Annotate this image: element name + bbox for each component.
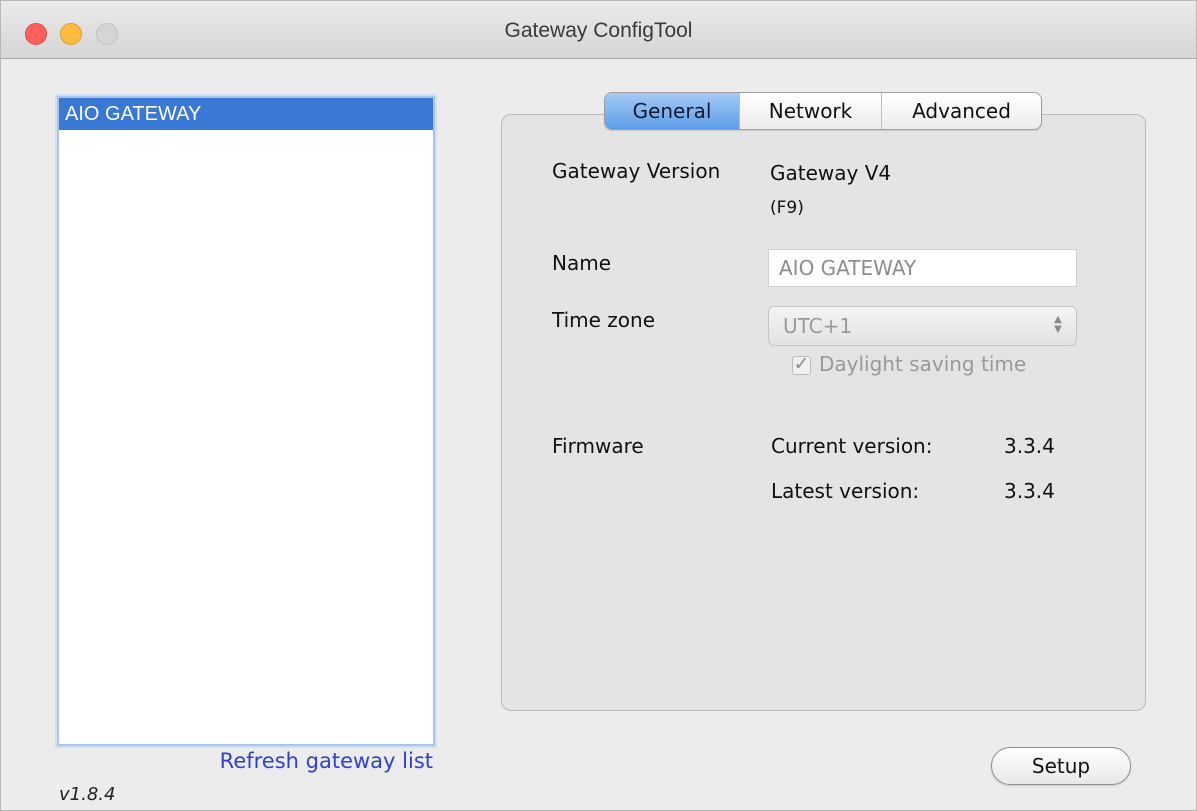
tab-advanced[interactable]: Advanced xyxy=(881,93,1041,129)
app-version-label: v1.8.4 xyxy=(59,784,116,805)
time-zone-label: Time zone xyxy=(552,308,656,332)
time-zone-value: UTC+1 xyxy=(783,314,853,338)
current-version-label: Current version: xyxy=(771,434,933,458)
name-field[interactable]: AIO GATEWAY xyxy=(768,249,1077,287)
gateway-variant-value: (F9) xyxy=(770,198,804,218)
refresh-gateway-list-link[interactable]: Refresh gateway list xyxy=(220,749,433,773)
setup-button[interactable]: Setup xyxy=(991,747,1131,785)
gateway-list-item[interactable]: AIO GATEWAY xyxy=(59,98,433,130)
general-tab-panel xyxy=(501,114,1146,711)
tab-network[interactable]: Network xyxy=(739,93,881,129)
name-label: Name xyxy=(552,251,612,275)
daylight-saving-label: Daylight saving time xyxy=(819,352,1027,376)
app-window: Gateway ConfigTool AIO GATEWAY Refresh g… xyxy=(0,0,1197,811)
daylight-saving-checkbox[interactable]: ✓ xyxy=(792,355,811,375)
tab-general[interactable]: General xyxy=(605,93,739,129)
gateway-list[interactable]: AIO GATEWAY xyxy=(57,96,435,746)
settings-tabs: General Network Advanced xyxy=(604,92,1042,130)
title-bar: Gateway ConfigTool xyxy=(1,1,1196,59)
window-title: Gateway ConfigTool xyxy=(504,19,693,42)
latest-version-value: 3.3.4 xyxy=(1004,479,1055,503)
time-zone-select[interactable]: UTC+1 ▲ ▼ xyxy=(768,306,1077,346)
latest-version-label: Latest version: xyxy=(771,479,920,503)
firmware-label: Firmware xyxy=(552,434,644,458)
select-stepper-icon: ▲ ▼ xyxy=(1054,314,1062,335)
gateway-version-label: Gateway Version xyxy=(552,159,721,183)
gateway-version-value: Gateway V4 xyxy=(770,161,892,185)
current-version-value: 3.3.4 xyxy=(1004,434,1055,458)
